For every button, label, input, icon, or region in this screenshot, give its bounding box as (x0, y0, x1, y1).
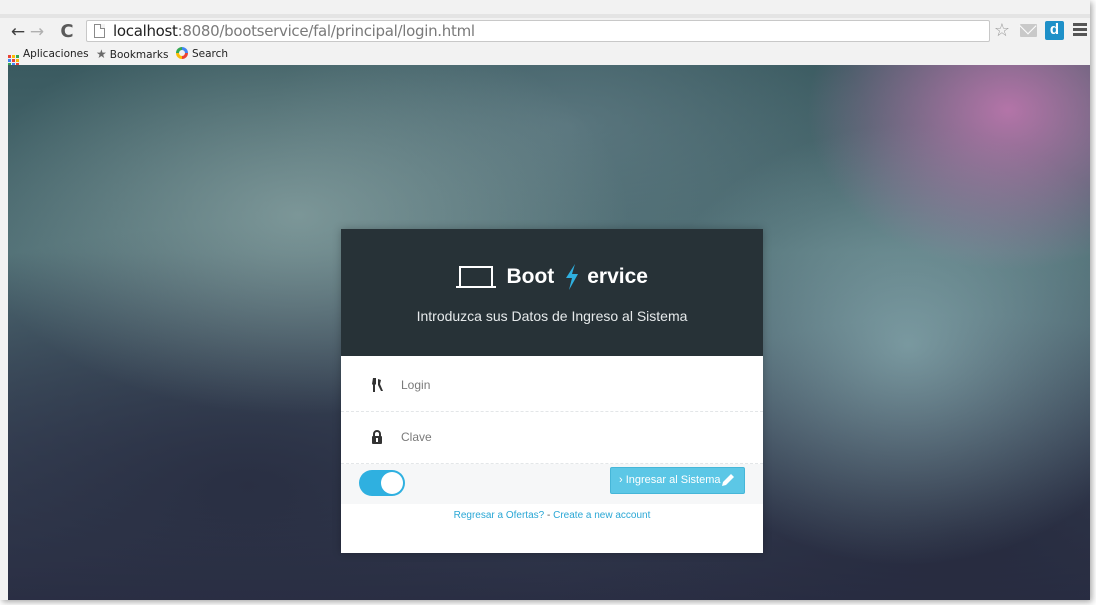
login-input[interactable] (401, 370, 741, 400)
bookmark-star-icon[interactable]: ☆ (992, 20, 1012, 42)
bookmark-search[interactable]: Search (176, 47, 228, 62)
login-submit-button[interactable]: › Ingresar al Sistema (610, 467, 745, 494)
pencil-icon (722, 474, 734, 486)
page-viewport: Boot ervice Introduzca sus Datos de Ingr… (8, 65, 1090, 600)
link-separator: - (546, 510, 551, 521)
back-to-offers-link[interactable]: Regresar a Ofertas? (454, 510, 545, 521)
lightning-bolt-icon (565, 264, 578, 290)
url-host: localhost (113, 22, 178, 40)
user-key-icon (372, 378, 383, 392)
page-icon (94, 24, 105, 38)
toggle-knob (381, 472, 403, 494)
mail-icon[interactable] (1020, 24, 1037, 37)
bookmark-label: Aplicaciones (23, 48, 89, 60)
brand-logo: Boot ervice (341, 264, 763, 298)
forward-arrow-icon[interactable]: → (26, 21, 48, 43)
action-row: › Ingresar al Sistema (341, 464, 763, 504)
browser-toolbar: ← → C localhost:8080/bootservice/fal/pri… (0, 14, 1090, 44)
remember-toggle[interactable] (359, 470, 405, 496)
bookmark-bookmarks[interactable]: ★ Bookmarks (96, 47, 168, 62)
brand-text-right: ervice (587, 265, 648, 288)
password-input[interactable] (401, 422, 741, 452)
login-header: Boot ervice Introduzca sus Datos de Ingr… (341, 229, 763, 356)
bookmark-label: Search (192, 48, 229, 60)
address-url[interactable]: localhost:8080/bootservice/fal/principal… (113, 22, 475, 41)
login-card: Boot ervice Introduzca sus Datos de Ingr… (341, 229, 763, 553)
url-path: :8080/bootservice/fal/principal/login.ht… (177, 22, 475, 40)
login-field-row (341, 360, 763, 412)
bookmarks-bar: Aplicaciones ★ Bookmarks Search (0, 44, 1090, 66)
lock-icon (372, 430, 382, 444)
bookmark-aplicaciones[interactable]: Aplicaciones (8, 47, 89, 66)
login-subtitle: Introduzca sus Datos de Ingreso al Siste… (416, 308, 688, 324)
extension-icon[interactable]: d (1045, 21, 1064, 40)
menu-icon[interactable] (1073, 23, 1087, 37)
laptop-icon (456, 264, 497, 290)
address-bar[interactable]: localhost:8080/bootservice/fal/principal… (86, 20, 990, 42)
search-icon (176, 47, 188, 59)
password-field-row (341, 412, 763, 464)
submit-label: › Ingresar al Sistema (619, 474, 721, 486)
bookmark-label: Bookmarks (109, 49, 169, 61)
create-account-link[interactable]: Create a new account (553, 510, 650, 521)
star-icon: ★ (96, 47, 107, 61)
footer-links: Regresar a Ofertas? - Create a new accou… (341, 510, 763, 521)
brand-text-left: Boot (506, 265, 555, 288)
browser-window: ← → C localhost:8080/bootservice/fal/pri… (0, 0, 1090, 600)
reload-icon[interactable]: C (56, 21, 78, 43)
